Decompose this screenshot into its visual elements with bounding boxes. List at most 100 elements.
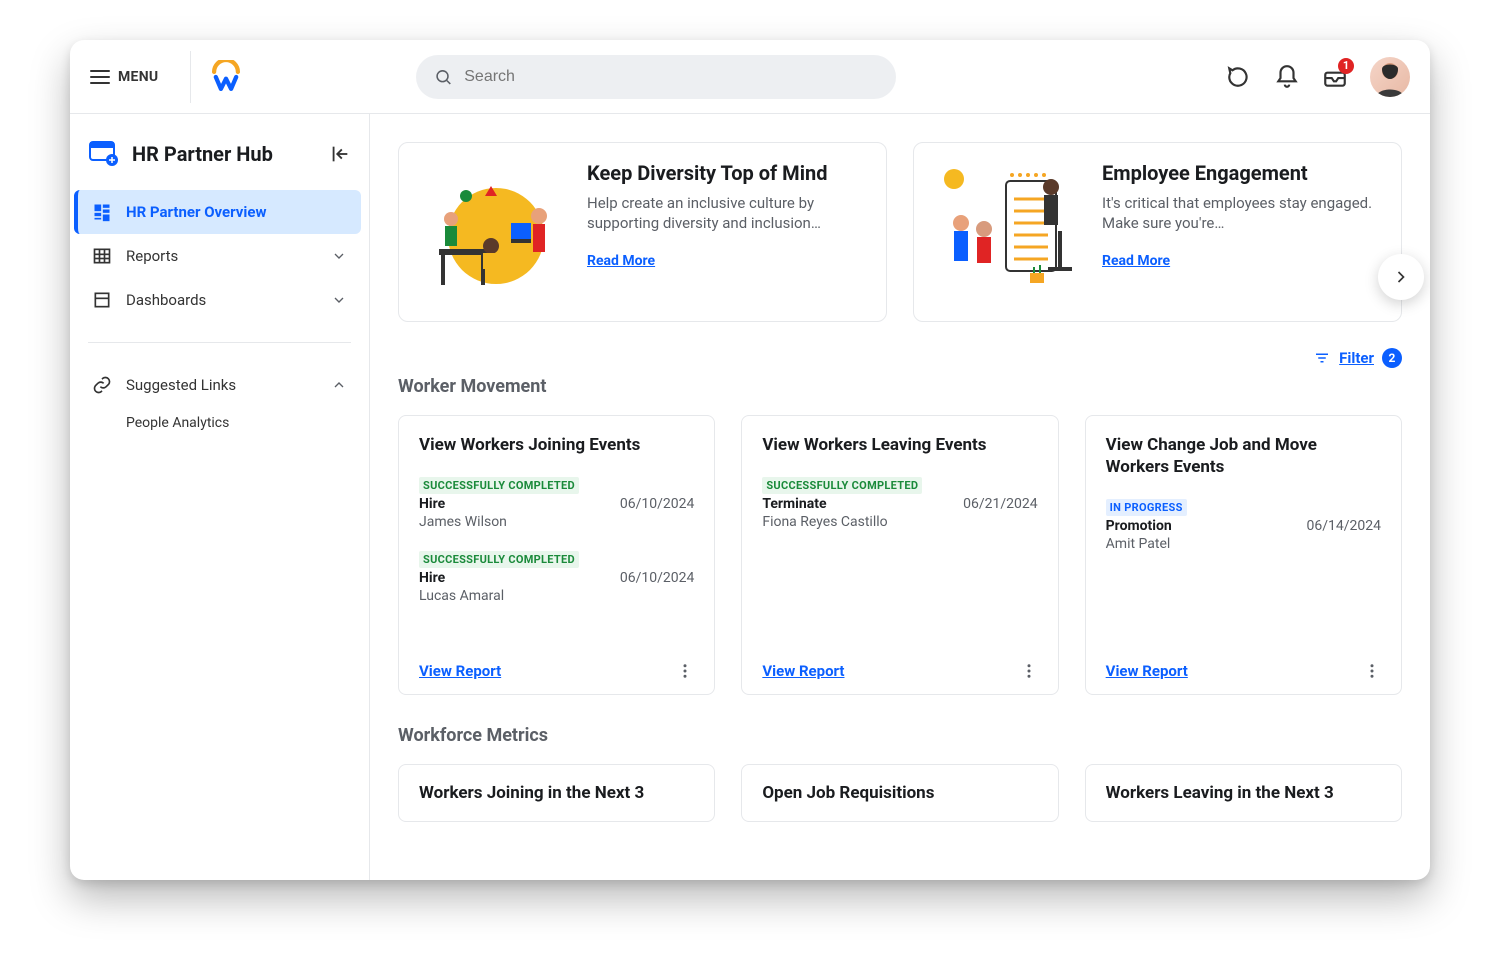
card-title: View Change Job and Move Workers Events	[1106, 434, 1381, 478]
event-row: SUCCESSFULLY COMPLETED Terminate 06/21/20…	[762, 474, 1037, 530]
event-date: 06/10/2024	[620, 570, 695, 586]
avatar[interactable]	[1370, 57, 1410, 97]
nav-reports[interactable]: Reports	[78, 234, 361, 278]
chat-button[interactable]	[1226, 64, 1252, 90]
table-icon	[92, 246, 112, 266]
sidebar: HR Partner Hub HR Partner Overview Repor…	[70, 114, 370, 880]
search-input[interactable]	[464, 68, 877, 86]
promo-body: Employee Engagement It's critical that e…	[1102, 161, 1379, 303]
hub-icon	[88, 140, 120, 168]
view-report-link[interactable]: View Report	[762, 662, 844, 680]
body: HR Partner Hub HR Partner Overview Repor…	[70, 114, 1430, 880]
event-action: Hire	[419, 496, 445, 512]
metric-workers-leaving: Workers Leaving in the Next 3	[1085, 764, 1402, 822]
nav-label: HR Partner Overview	[126, 203, 266, 221]
promo-engagement: Employee Engagement It's critical that e…	[913, 142, 1402, 322]
promo-title: Employee Engagement	[1102, 161, 1379, 185]
metric-title: Workers Leaving in the Next 3	[1106, 783, 1381, 803]
dashboard-icon	[92, 202, 112, 222]
promo-desc: It's critical that employees stay engage…	[1102, 193, 1379, 234]
event-action: Terminate	[762, 496, 826, 512]
nav-label: Reports	[126, 247, 178, 265]
menu-button[interactable]: MENU	[90, 69, 172, 85]
nav-label: Dashboards	[126, 291, 206, 309]
read-more-link[interactable]: Read More	[1102, 253, 1170, 269]
event-person: Lucas Amaral	[419, 588, 694, 604]
chevron-up-icon	[331, 377, 347, 393]
card-footer: View Report	[762, 652, 1037, 680]
workday-logo-icon	[209, 60, 243, 94]
panel-icon	[92, 290, 112, 310]
event-action: Hire	[419, 570, 445, 586]
chevron-down-icon	[331, 248, 347, 264]
app-frame: MENU 1	[70, 40, 1430, 880]
hub-title: HR Partner Hub	[132, 142, 317, 166]
illustration-diversity	[421, 161, 571, 301]
card-workers-joining: View Workers Joining Events SUCCESSFULLY…	[398, 415, 715, 695]
event-date: 06/10/2024	[620, 496, 695, 512]
main: Keep Diversity Top of Mind Help create a…	[370, 114, 1430, 880]
carousel-next-button[interactable]	[1378, 254, 1424, 300]
event-row: SUCCESSFULLY COMPLETED Hire 06/10/2024 Lu…	[419, 548, 694, 604]
menu-label: MENU	[118, 69, 158, 85]
suggested-sublist: People Analytics	[78, 407, 361, 439]
collapse-sidebar-button[interactable]	[329, 143, 351, 165]
promo-body: Keep Diversity Top of Mind Help create a…	[587, 161, 864, 303]
view-report-link[interactable]: View Report	[1106, 662, 1188, 680]
divider	[88, 342, 351, 343]
search-bar[interactable]	[416, 55, 896, 99]
status-badge: SUCCESSFULLY COMPLETED	[419, 477, 579, 494]
event-date: 06/14/2024	[1306, 518, 1381, 534]
inbox-badge: 1	[1338, 58, 1354, 74]
metric-open-requisitions: Open Job Requisitions	[741, 764, 1058, 822]
hub-header: HR Partner Hub	[70, 132, 369, 186]
chat-icon	[1226, 64, 1252, 90]
status-badge: SUCCESSFULLY COMPLETED	[419, 551, 579, 568]
metric-workers-joining: Workers Joining in the Next 3	[398, 764, 715, 822]
avatar-icon	[1370, 57, 1410, 97]
kebab-menu-button[interactable]	[1020, 662, 1038, 680]
status-badge: SUCCESSFULLY COMPLETED	[762, 477, 922, 494]
chevron-down-icon	[331, 292, 347, 308]
logo[interactable]	[209, 60, 243, 94]
card-footer: View Report	[1106, 652, 1381, 680]
kebab-menu-button[interactable]	[1363, 662, 1381, 680]
hamburger-icon	[90, 70, 110, 84]
divider	[190, 51, 191, 103]
worker-movement-grid: View Workers Joining Events SUCCESSFULLY…	[398, 415, 1402, 695]
filter-link[interactable]: Filter	[1339, 349, 1374, 367]
inbox-button[interactable]: 1	[1322, 64, 1348, 90]
nav-suggested-links[interactable]: Suggested Links	[78, 363, 361, 407]
search-container	[416, 55, 896, 99]
filter-icon	[1313, 349, 1331, 367]
promo-desc: Help create an inclusive culture by supp…	[587, 193, 864, 234]
view-report-link[interactable]: View Report	[419, 662, 501, 680]
promo-title: Keep Diversity Top of Mind	[587, 161, 864, 185]
topbar: MENU 1	[70, 40, 1430, 114]
metric-title: Open Job Requisitions	[762, 783, 1037, 803]
nav: HR Partner Overview Reports Dashboards	[70, 186, 369, 326]
search-icon	[434, 67, 453, 87]
read-more-link[interactable]: Read More	[587, 253, 655, 269]
nav-hr-partner-overview[interactable]: HR Partner Overview	[74, 190, 361, 234]
event-date: 06/21/2024	[963, 496, 1038, 512]
nav-label: Suggested Links	[126, 376, 236, 394]
kebab-menu-button[interactable]	[676, 662, 694, 680]
filter-bar: Filter 2	[398, 348, 1402, 368]
metric-title: Workers Joining in the Next 3	[419, 783, 694, 803]
sub-link-people-analytics[interactable]: People Analytics	[126, 407, 361, 439]
bell-icon	[1274, 64, 1300, 90]
filter-count-badge: 2	[1382, 348, 1402, 368]
card-workers-leaving: View Workers Leaving Events SUCCESSFULLY…	[741, 415, 1058, 695]
status-badge: IN PROGRESS	[1106, 499, 1187, 516]
link-icon	[92, 375, 112, 395]
event-action: Promotion	[1106, 518, 1172, 534]
nav-dashboards[interactable]: Dashboards	[78, 278, 361, 322]
section-title-worker-movement: Worker Movement	[398, 376, 1402, 397]
promo-cards: Keep Diversity Top of Mind Help create a…	[398, 142, 1402, 322]
event-person: Fiona Reyes Castillo	[762, 514, 1037, 530]
card-footer: View Report	[419, 652, 694, 680]
section-title-workforce-metrics: Workforce Metrics	[398, 725, 1402, 746]
workforce-metrics-grid: Workers Joining in the Next 3 Open Job R…	[398, 764, 1402, 822]
notifications-button[interactable]	[1274, 64, 1300, 90]
